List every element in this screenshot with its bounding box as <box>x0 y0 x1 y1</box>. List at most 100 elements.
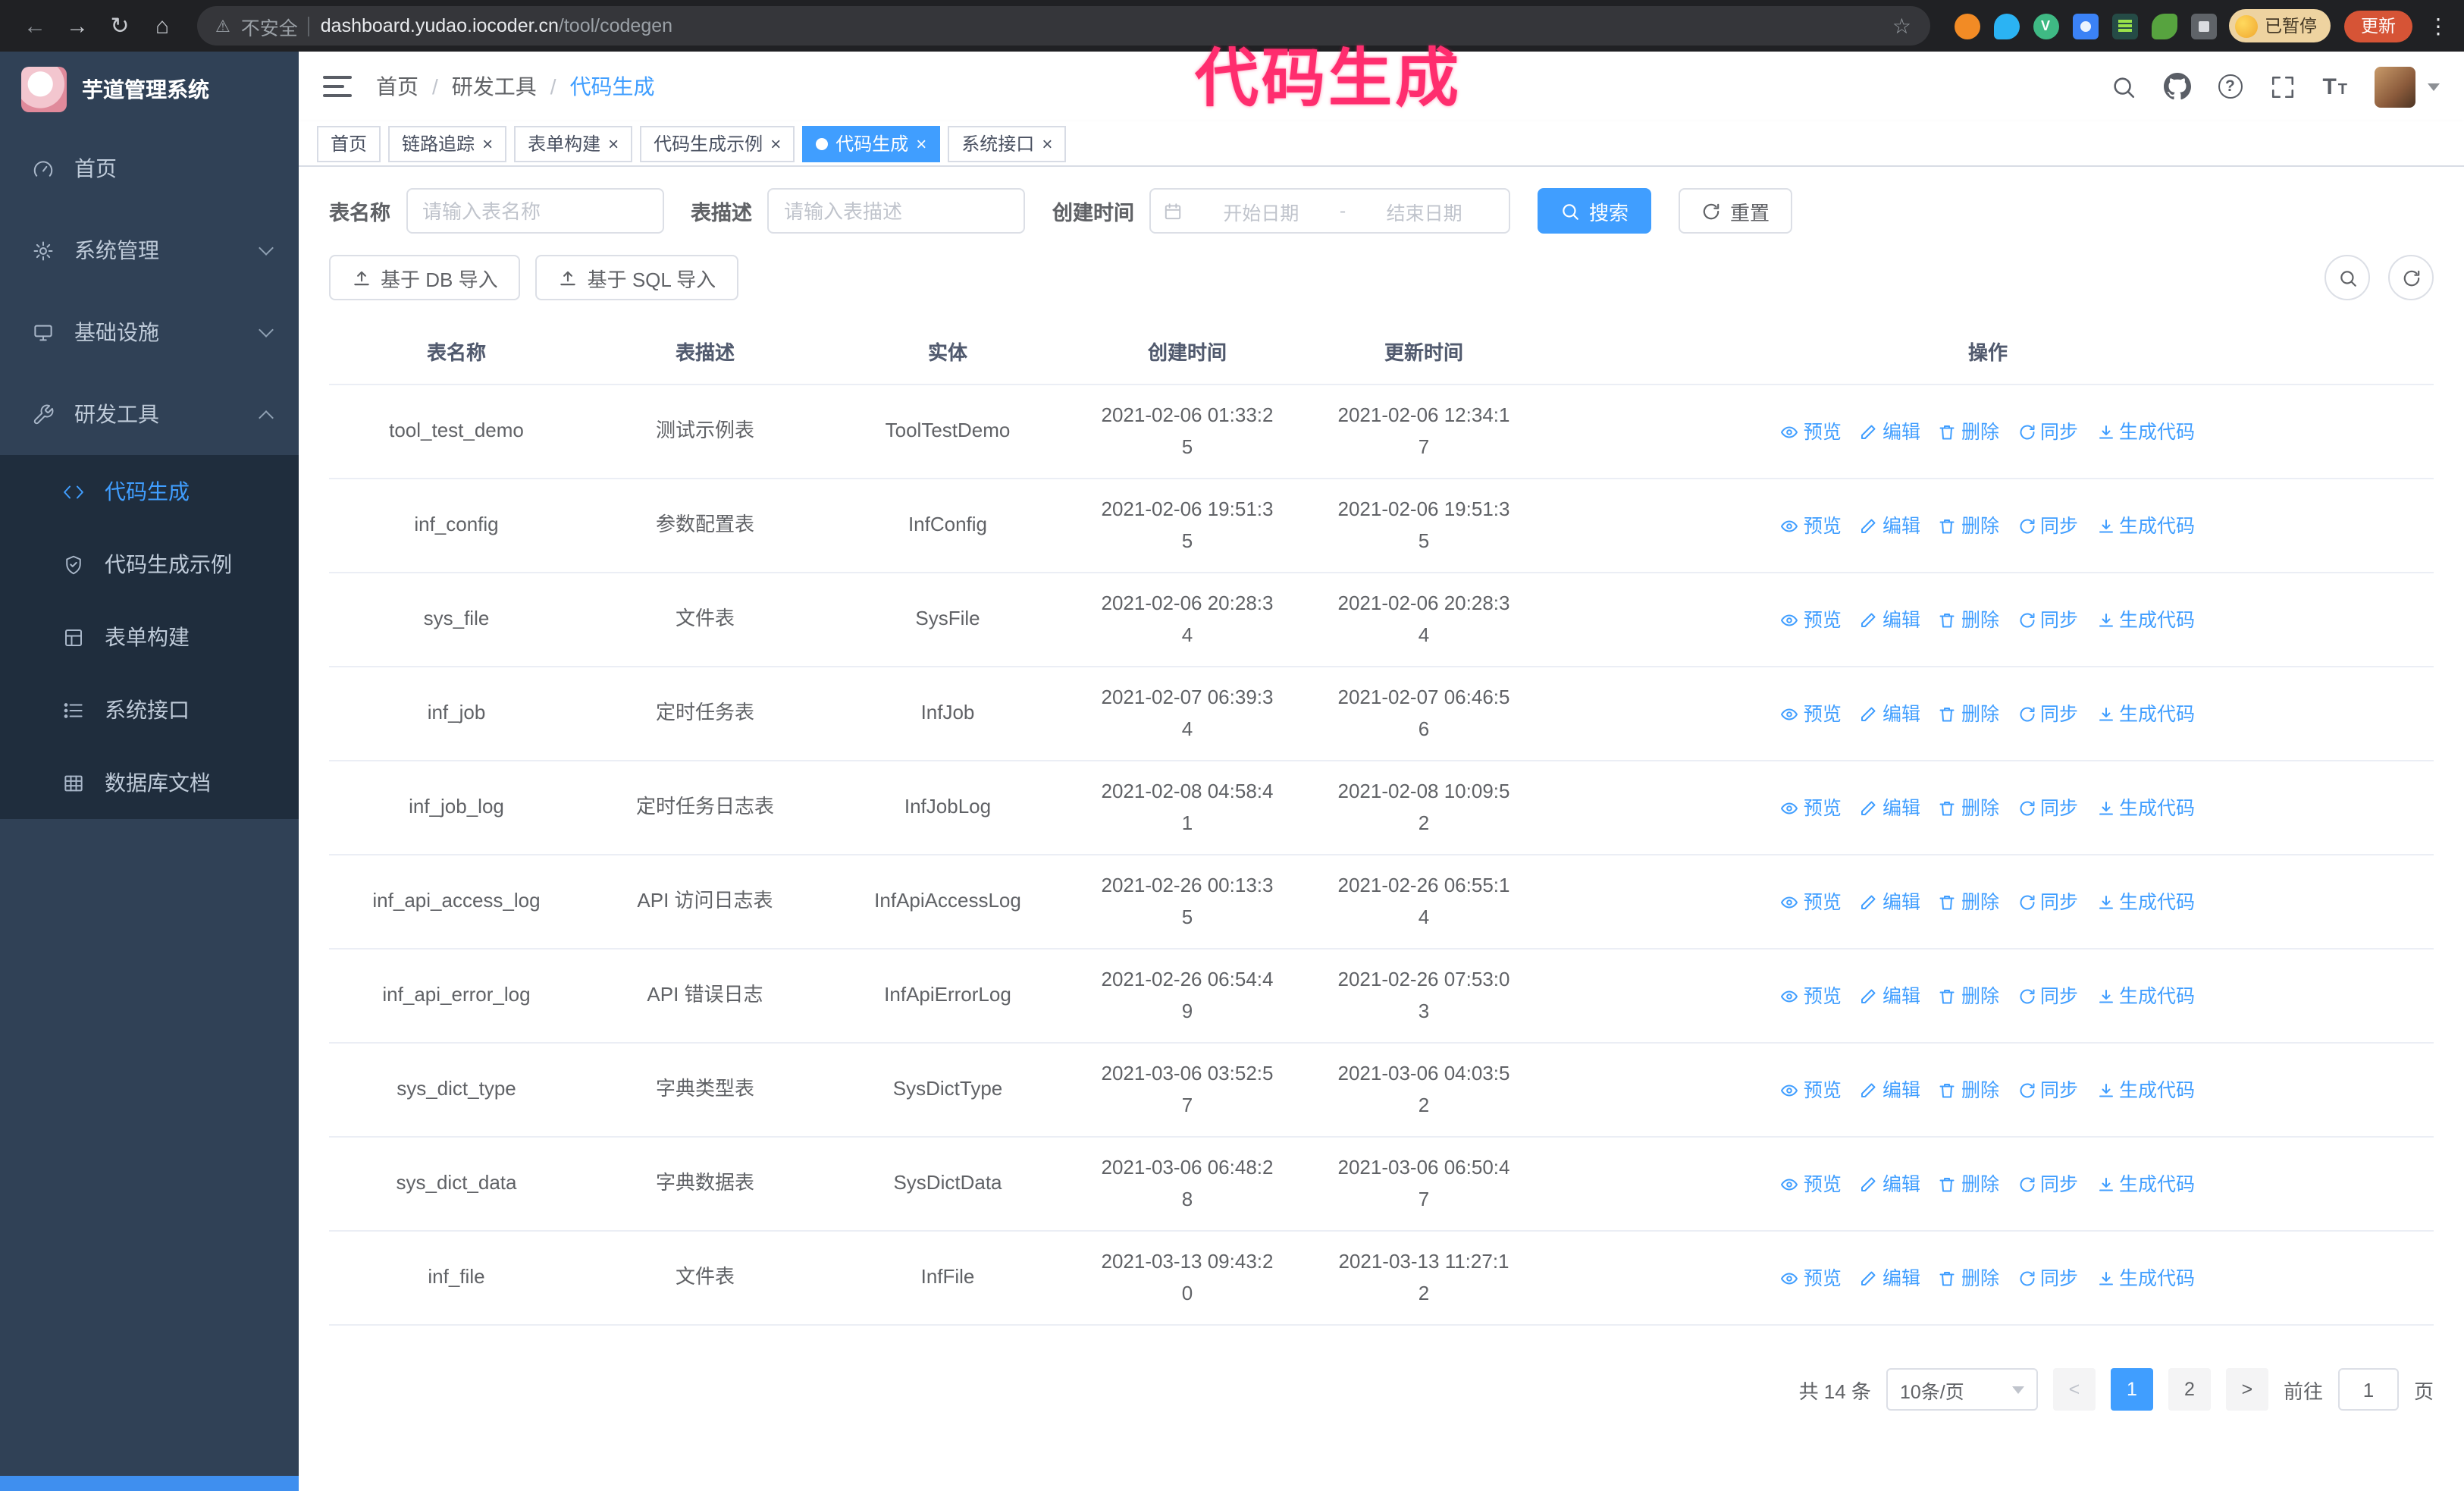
sidebar-item-form-builder[interactable]: 表单构建 <box>0 601 299 673</box>
end-date-input[interactable]: 结束日期 <box>1352 196 1497 225</box>
preview-link[interactable]: 预览 <box>1781 416 1842 447</box>
browser-menu-button[interactable] <box>2428 13 2449 39</box>
delete-link[interactable]: 删除 <box>1939 416 1999 447</box>
sidebar-item-devtools[interactable]: 研发工具 <box>0 373 299 455</box>
generate-code-link[interactable]: 生成代码 <box>2096 510 2195 541</box>
browser-home-button[interactable] <box>143 6 182 46</box>
edit-link[interactable]: 编辑 <box>1860 698 1920 729</box>
tab-home[interactable]: 首页 <box>317 125 381 162</box>
breadcrumb-home[interactable]: 首页 <box>376 71 419 102</box>
generate-code-link[interactable]: 生成代码 <box>2096 1263 2195 1293</box>
edit-link[interactable]: 编辑 <box>1860 1075 1920 1105</box>
tab-codegen[interactable]: 代码生成 <box>802 125 941 162</box>
sidebar-item-home[interactable]: 首页 <box>0 127 299 209</box>
page-button-1[interactable]: 1 <box>2110 1368 2153 1411</box>
preview-link[interactable]: 预览 <box>1781 981 1842 1011</box>
sidebar-bottom-bar[interactable] <box>0 1476 299 1491</box>
generate-code-link[interactable]: 生成代码 <box>2096 1169 2195 1199</box>
sync-link[interactable]: 同步 <box>2017 416 2078 447</box>
hamburger-icon[interactable] <box>323 76 352 97</box>
profile-paused-chip[interactable]: 已暂停 <box>2228 9 2331 42</box>
delete-link[interactable]: 删除 <box>1939 1263 1999 1293</box>
generate-code-link[interactable]: 生成代码 <box>2096 793 2195 823</box>
close-icon[interactable] <box>608 134 619 152</box>
bookmark-star-icon[interactable] <box>1892 13 1911 39</box>
sync-link[interactable]: 同步 <box>2017 604 2078 635</box>
delete-link[interactable]: 删除 <box>1939 1075 1999 1105</box>
toggle-search-button[interactable] <box>2324 255 2370 300</box>
sync-link[interactable]: 同步 <box>2017 510 2078 541</box>
generate-code-link[interactable]: 生成代码 <box>2096 887 2195 917</box>
generate-code-link[interactable]: 生成代码 <box>2096 698 2195 729</box>
delete-link[interactable]: 删除 <box>1939 887 1999 917</box>
extension-icon-blue-drop[interactable] <box>1993 13 2019 39</box>
browser-update-button[interactable]: 更新 <box>2344 10 2412 42</box>
import-db-button[interactable]: 基于 DB 导入 <box>329 255 521 300</box>
delete-link[interactable]: 删除 <box>1939 1169 1999 1199</box>
tab-codegen-example[interactable]: 代码生成示例 <box>640 125 795 162</box>
preview-link[interactable]: 预览 <box>1781 510 1842 541</box>
preview-link[interactable]: 预览 <box>1781 1169 1842 1199</box>
user-avatar[interactable] <box>2375 66 2415 107</box>
preview-link[interactable]: 预览 <box>1781 887 1842 917</box>
browser-reload-button[interactable] <box>100 6 140 46</box>
extension-icon-orange[interactable] <box>1954 13 1980 39</box>
edit-link[interactable]: 编辑 <box>1860 604 1920 635</box>
tab-form-builder[interactable]: 表单构建 <box>514 125 633 162</box>
fullscreen-icon[interactable] <box>2269 74 2295 99</box>
sidebar-item-system[interactable]: 系统管理 <box>0 209 299 291</box>
generate-code-link[interactable]: 生成代码 <box>2096 981 2195 1011</box>
preview-link[interactable]: 预览 <box>1781 793 1842 823</box>
table-name-input[interactable] <box>406 188 663 234</box>
import-sql-button[interactable]: 基于 SQL 导入 <box>535 255 739 300</box>
close-icon[interactable] <box>482 134 493 152</box>
delete-link[interactable]: 删除 <box>1939 793 1999 823</box>
help-icon[interactable] <box>2218 74 2243 99</box>
font-size-icon[interactable] <box>2322 74 2347 99</box>
address-bar[interactable]: 不安全 dashboard.yudao.iocoder.cn/tool/code… <box>197 6 1930 46</box>
edit-link[interactable]: 编辑 <box>1860 1169 1920 1199</box>
delete-link[interactable]: 删除 <box>1939 510 1999 541</box>
edit-link[interactable]: 编辑 <box>1860 981 1920 1011</box>
prev-page-button[interactable]: < <box>2052 1368 2096 1411</box>
page-button-2[interactable]: 2 <box>2168 1368 2211 1411</box>
edit-link[interactable]: 编辑 <box>1860 416 1920 447</box>
table-desc-input[interactable] <box>767 188 1025 234</box>
preview-link[interactable]: 预览 <box>1781 1263 1842 1293</box>
delete-link[interactable]: 删除 <box>1939 698 1999 729</box>
refresh-table-button[interactable] <box>2388 255 2434 300</box>
reset-button[interactable]: 重置 <box>1679 188 1793 234</box>
generate-code-link[interactable]: 生成代码 <box>2096 1075 2195 1105</box>
page-size-select[interactable]: 10条/页 <box>1886 1368 2038 1411</box>
edit-link[interactable]: 编辑 <box>1860 793 1920 823</box>
sync-link[interactable]: 同步 <box>2017 1263 2078 1293</box>
sidebar-item-codegen-example[interactable]: 代码生成示例 <box>0 528 299 601</box>
extension-icon-people[interactable] <box>2072 13 2098 39</box>
browser-forward-button[interactable] <box>58 6 97 46</box>
breadcrumb-devtools[interactable]: 研发工具 <box>452 71 537 102</box>
search-button[interactable]: 搜索 <box>1538 188 1652 234</box>
edit-link[interactable]: 编辑 <box>1860 1263 1920 1293</box>
date-range-picker[interactable]: 开始日期 - 结束日期 <box>1149 188 1510 234</box>
sidebar-item-db-docs[interactable]: 数据库文档 <box>0 746 299 819</box>
sync-link[interactable]: 同步 <box>2017 887 2078 917</box>
generate-code-link[interactable]: 生成代码 <box>2096 604 2195 635</box>
delete-link[interactable]: 删除 <box>1939 981 1999 1011</box>
sidebar-item-infra[interactable]: 基础设施 <box>0 291 299 373</box>
preview-link[interactable]: 预览 <box>1781 1075 1842 1105</box>
start-date-input[interactable]: 开始日期 <box>1189 196 1334 225</box>
extension-icon-vue-devtools[interactable] <box>2033 13 2058 39</box>
sync-link[interactable]: 同步 <box>2017 793 2078 823</box>
sidebar-item-codegen[interactable]: 代码生成 <box>0 455 299 528</box>
close-icon[interactable] <box>916 134 926 152</box>
generate-code-link[interactable]: 生成代码 <box>2096 416 2195 447</box>
sync-link[interactable]: 同步 <box>2017 1169 2078 1199</box>
tab-system-api[interactable]: 系统接口 <box>948 125 1067 162</box>
browser-back-button[interactable] <box>15 6 55 46</box>
preview-link[interactable]: 预览 <box>1781 604 1842 635</box>
delete-link[interactable]: 删除 <box>1939 604 1999 635</box>
preview-link[interactable]: 预览 <box>1781 698 1842 729</box>
next-page-button[interactable]: > <box>2225 1368 2268 1411</box>
goto-page-input[interactable] <box>2337 1368 2399 1411</box>
edit-link[interactable]: 编辑 <box>1860 887 1920 917</box>
